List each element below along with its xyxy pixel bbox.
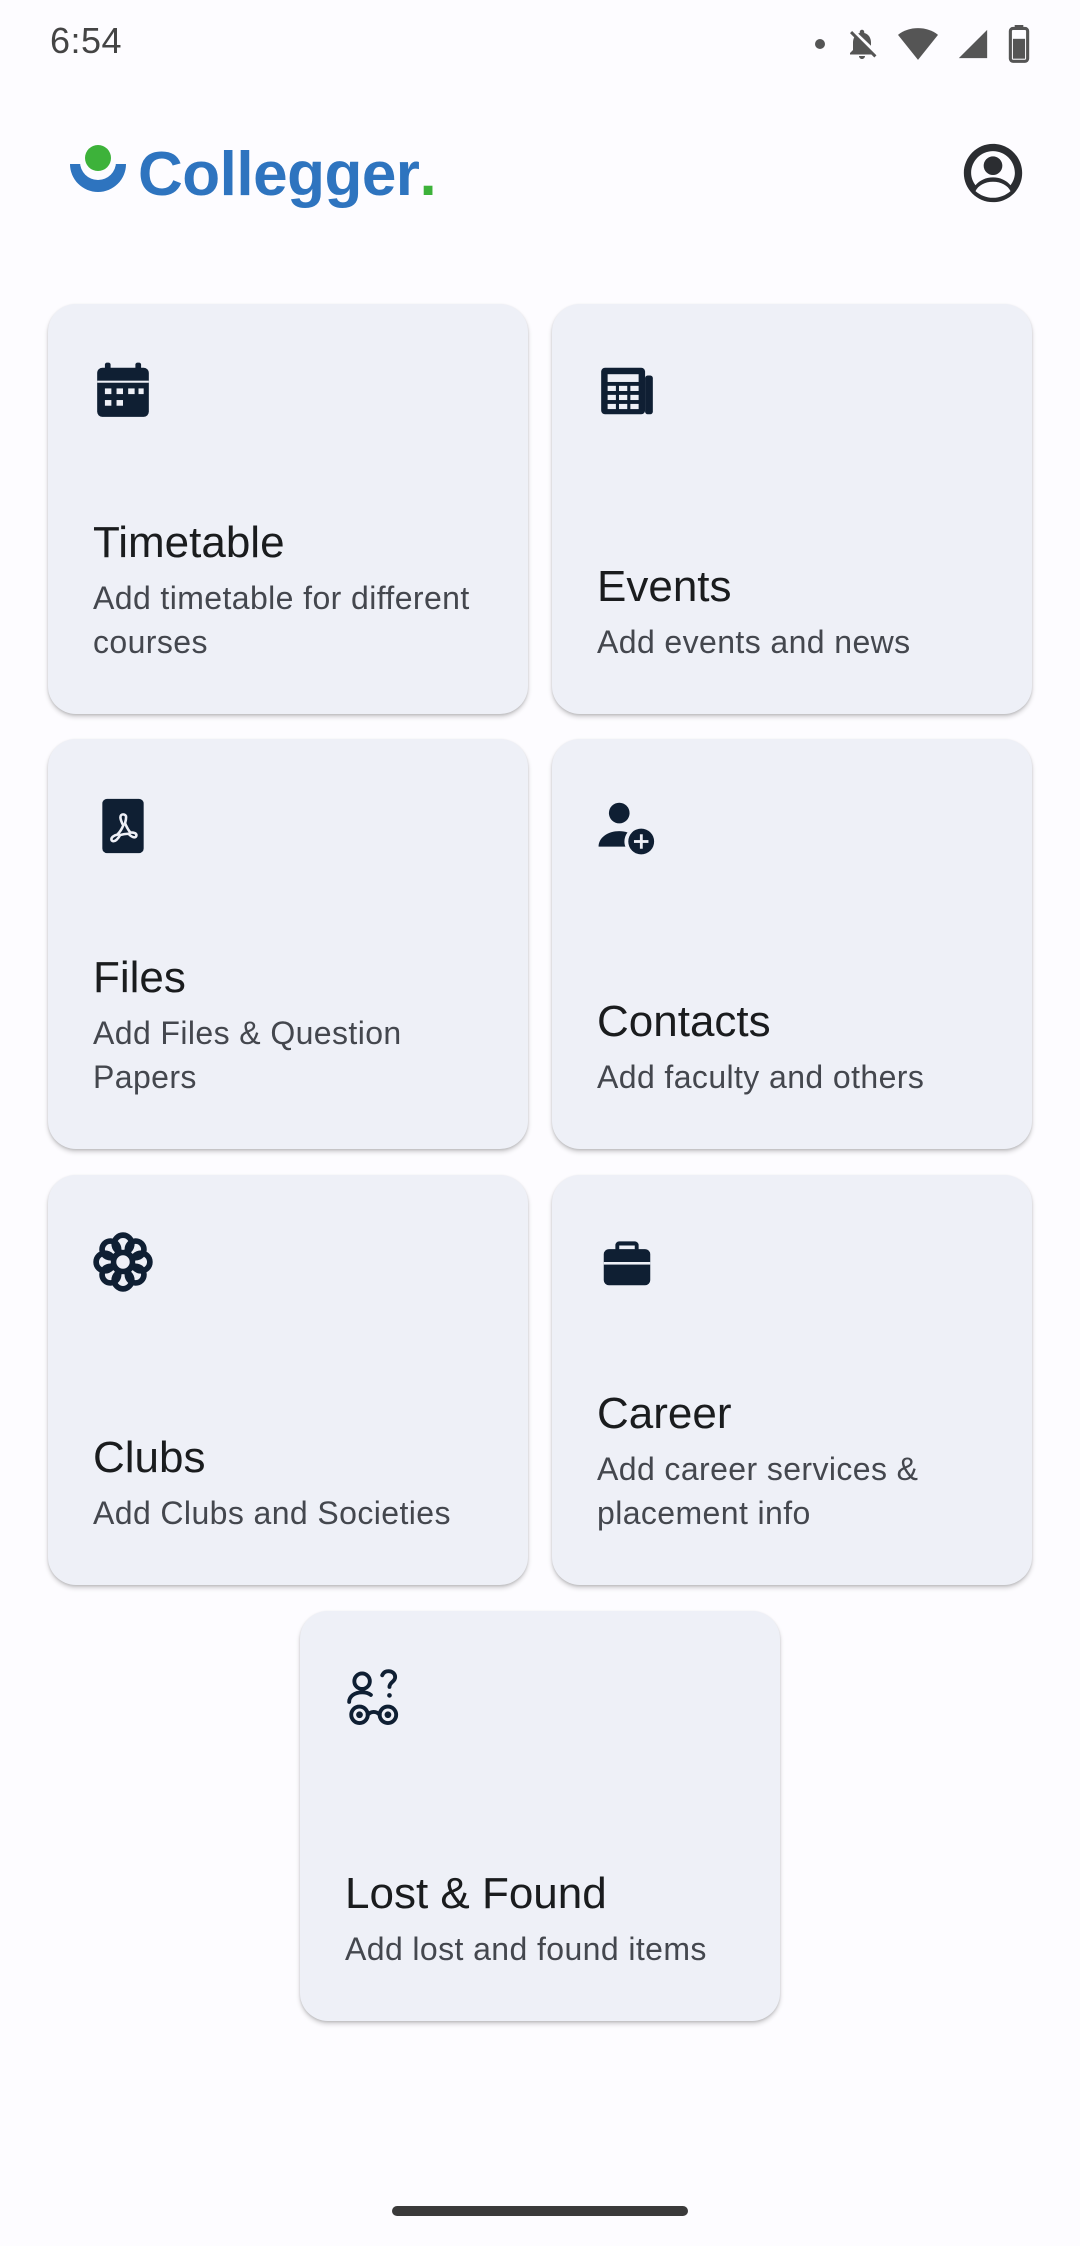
lost-found-icon — [344, 1667, 406, 1729]
card-clubs[interactable]: Clubs Add Clubs and Societies — [48, 1175, 528, 1585]
card-text: Clubs Add Clubs and Societies — [93, 1430, 488, 1535]
status-time: 6:54 — [50, 20, 123, 61]
dot-icon — [814, 38, 826, 50]
card-text: Events Add events and news — [597, 559, 992, 664]
card-subtitle: Add career services & placement info — [597, 1451, 919, 1531]
account-circle-icon — [963, 143, 1023, 203]
home-indicator[interactable] — [392, 2206, 688, 2216]
card-subtitle: Add events and news — [597, 624, 911, 660]
card-title: Career — [597, 1389, 732, 1438]
card-timetable[interactable]: Timetable Add timetable for different co… — [48, 304, 528, 714]
logo-dot: . — [419, 139, 437, 209]
calendar-icon — [92, 360, 154, 422]
status-bar: 6:54 — [0, 0, 1080, 86]
card-subtitle: Add Files & Question Papers — [93, 1015, 402, 1095]
status-icons — [814, 24, 1030, 64]
card-text: Lost & Found Add lost and found items — [345, 1866, 740, 1971]
card-title: Timetable — [93, 518, 285, 567]
card-subtitle: Add timetable for different courses — [93, 580, 470, 660]
card-lost-found[interactable]: Lost & Found Add lost and found items — [300, 1611, 780, 2021]
flower-icon — [92, 1231, 154, 1293]
card-text: Files Add Files & Question Papers — [93, 950, 488, 1099]
card-text: Contacts Add faculty and others — [597, 994, 992, 1099]
card-text: Timetable Add timetable for different co… — [93, 515, 488, 664]
signal-icon — [956, 27, 990, 61]
card-subtitle: Add faculty and others — [597, 1059, 925, 1095]
profile-button[interactable] — [958, 138, 1028, 208]
briefcase-icon — [596, 1231, 658, 1293]
app-logo: Collegger. — [64, 138, 437, 210]
card-title: Files — [93, 953, 186, 1002]
card-text: Career Add career services & placement i… — [597, 1386, 992, 1535]
card-title: Contacts — [597, 997, 771, 1046]
pdf-file-icon — [92, 795, 154, 857]
card-title: Events — [597, 562, 732, 611]
card-events[interactable]: Events Add events and news — [552, 304, 1032, 714]
card-title: Lost & Found — [345, 1869, 607, 1918]
card-files[interactable]: Files Add Files & Question Papers — [48, 739, 528, 1149]
bell-off-icon — [844, 26, 880, 62]
card-contacts[interactable]: Contacts Add faculty and others — [552, 739, 1032, 1149]
battery-icon — [1008, 25, 1030, 63]
logo-text: Collegger — [138, 139, 420, 209]
card-career[interactable]: Career Add career services & placement i… — [552, 1175, 1032, 1585]
card-subtitle: Add lost and found items — [345, 1931, 707, 1967]
newspaper-icon — [596, 360, 658, 422]
logo-mark-icon — [64, 138, 132, 210]
card-title: Clubs — [93, 1433, 206, 1482]
wifi-icon — [898, 26, 938, 62]
person-add-icon — [596, 795, 658, 857]
card-subtitle: Add Clubs and Societies — [93, 1495, 451, 1531]
